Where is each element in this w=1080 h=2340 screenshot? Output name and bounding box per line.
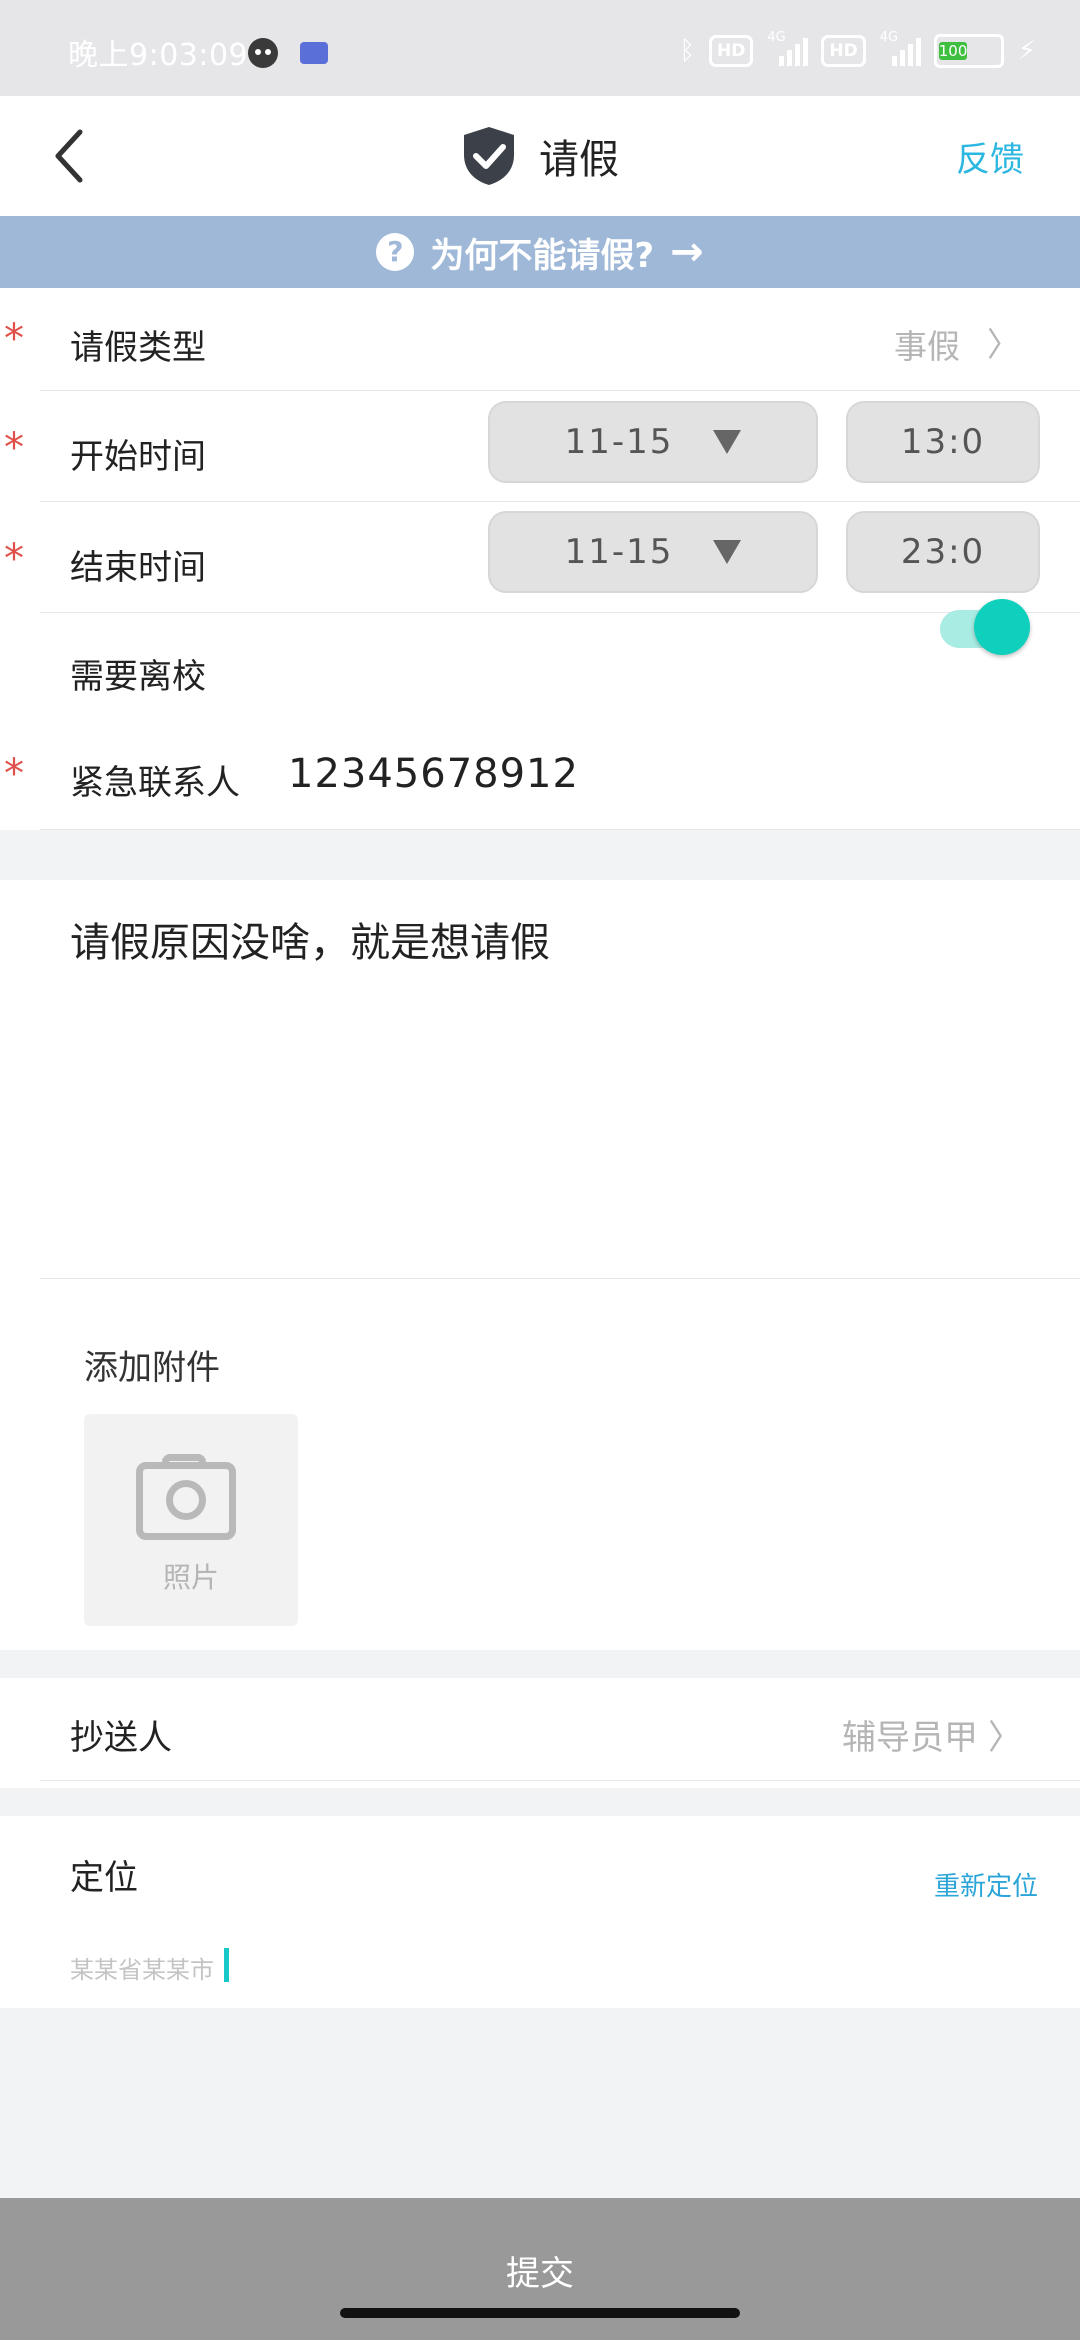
status-indicators: ᛒ HD 4G HD 4G 100 ⚡ [679, 30, 1036, 68]
submit-button[interactable]: 提交 [0, 2198, 1080, 2340]
start-time-value: 13:0 [900, 422, 986, 462]
end-date-select[interactable]: 11-15 [488, 511, 818, 593]
signal-icon: 4G [880, 30, 921, 66]
emergency-contact-row: * 紧急联系人 12345678912 [0, 723, 1080, 830]
reason-textarea[interactable]: 请假原因没啥，就是想请假 [70, 910, 550, 968]
dropdown-arrow-icon [713, 430, 742, 454]
cc-row[interactable]: 抄送人 辅导员甲 〉 [0, 1678, 1080, 1788]
cc-value: 辅导员甲 [842, 1718, 978, 1758]
leave-type-row[interactable]: * 请假类型 事假 〉 [0, 288, 1080, 391]
charging-icon: ⚡ [1017, 36, 1036, 66]
leave-campus-label: 需要离校 [70, 657, 206, 697]
hd-badge: HD [821, 35, 866, 67]
chevron-right-icon: 〉 [987, 325, 1020, 364]
why-cannot-leave-banner[interactable]: ? 为何不能请假? → [0, 216, 1080, 288]
required-mark: * [4, 425, 24, 471]
end-date-value: 11-15 [564, 532, 674, 572]
submit-label: 提交 [506, 2254, 574, 2294]
bluetooth-icon: ᛒ [679, 36, 696, 66]
attachment-title: 添加附件 [84, 1348, 220, 1388]
photo-label: 照片 [162, 1561, 219, 1594]
toggle-knob[interactable] [974, 599, 1030, 655]
text-cursor [224, 1948, 229, 1982]
start-time-label: 开始时间 [70, 437, 206, 477]
question-circle-icon: ? [376, 233, 415, 271]
app-header: 请假 反馈 [0, 96, 1080, 216]
chevron-left-icon[interactable] [50, 126, 110, 186]
hd-badge: HD [709, 35, 754, 67]
required-mark: * [4, 316, 24, 362]
relocate-link[interactable]: 重新定位 [934, 1866, 1038, 1903]
camera-lens-icon [166, 1480, 206, 1520]
banner-text: 为何不能请假? [430, 235, 655, 276]
end-time-row: * 结束时间 11-15 23:0 [0, 502, 1080, 613]
leave-campus-row: 需要离校 [0, 599, 1080, 723]
end-time-label: 结束时间 [70, 548, 206, 588]
start-date-value: 11-15 [564, 422, 674, 462]
home-indicator[interactable] [340, 2308, 740, 2318]
emergency-contact-label: 紧急联系人 [70, 763, 240, 803]
emergency-contact-input[interactable]: 12345678912 [288, 751, 579, 797]
start-date-select[interactable]: 11-15 [488, 401, 818, 483]
add-photo-button[interactable]: 照片 [84, 1414, 298, 1626]
arrow-right-icon: → [670, 229, 704, 275]
title-text: 请假 [539, 137, 619, 183]
end-time-value: 23:0 [900, 532, 986, 572]
leave-type-label: 请假类型 [70, 328, 206, 368]
status-bar: 晚上9:03:09 ᛒ HD 4G HD 4G 100 ⚡ [0, 0, 1080, 96]
required-mark: * [4, 751, 24, 797]
chevron-right-icon: 〉 [988, 1718, 1022, 1758]
leave-type-value: 事假 [894, 327, 960, 366]
feedback-link[interactable]: 反馈 [956, 132, 1024, 181]
status-time: 晚上9:03:09 [68, 38, 249, 73]
start-time-row: * 开始时间 11-15 13:0 [0, 391, 1080, 502]
location-card: 定位 重新定位 某某省某某市 [0, 1816, 1080, 2008]
start-time-input[interactable]: 13:0 [846, 401, 1040, 483]
cc-label: 抄送人 [70, 1718, 172, 1758]
location-label: 定位 [70, 1858, 138, 1898]
location-value: 某某省某某市 [70, 1956, 214, 1984]
signal-icon: 4G [767, 30, 809, 66]
shield-check-icon [464, 127, 514, 185]
battery-icon: 100 [933, 34, 1004, 68]
end-time-input[interactable]: 23:0 [846, 511, 1040, 593]
dropdown-arrow-icon [713, 540, 742, 564]
required-mark: * [4, 536, 24, 582]
app-notification-icon [248, 38, 278, 68]
card-notification-icon [300, 42, 328, 64]
page-title: 请假 [0, 96, 1080, 216]
leave-form: * 请假类型 事假 〉 * 开始时间 11-15 13:0 * 结束时间 11-… [0, 288, 1080, 830]
